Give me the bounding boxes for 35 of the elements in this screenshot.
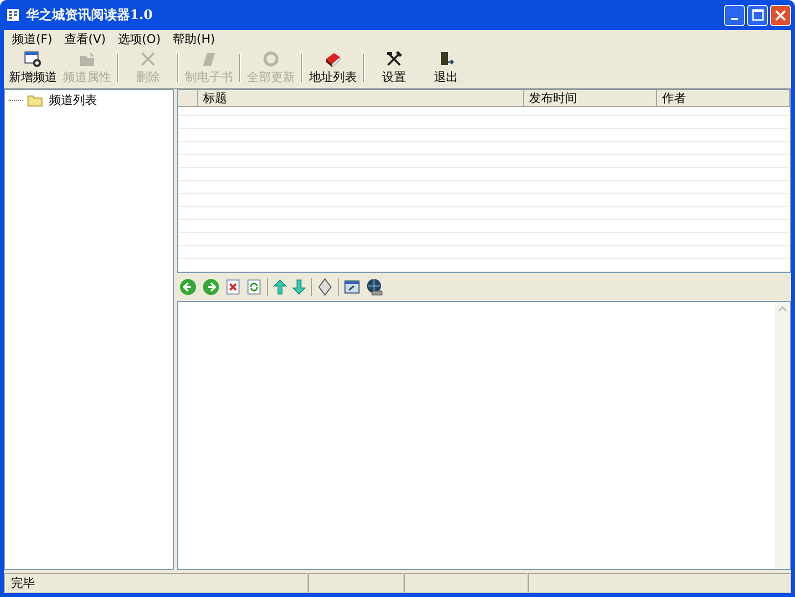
status-text: 完毕	[4, 573, 308, 593]
app-icon	[6, 8, 20, 22]
stop-icon[interactable]	[225, 279, 241, 295]
diamond-icon[interactable]	[317, 278, 333, 296]
tree-item[interactable]: 频道列表	[47, 92, 99, 109]
column-header[interactable]: 作者	[657, 90, 790, 107]
minimize-button[interactable]	[724, 4, 745, 26]
forward-icon[interactable]	[202, 278, 220, 296]
minimize-icon	[731, 18, 738, 20]
window-add-icon	[24, 50, 42, 68]
maximize-button[interactable]	[747, 4, 768, 26]
back-icon[interactable]	[179, 278, 197, 296]
menu-item[interactable]: 选项(O)	[112, 30, 167, 48]
menu-item[interactable]: 查看(V)	[58, 30, 112, 48]
column-header[interactable]: 发布时间	[524, 90, 657, 107]
close-icon	[775, 10, 786, 20]
window-title: 华之城资讯阅读器1.0	[26, 6, 153, 24]
menu-item[interactable]: 帮助(H)	[166, 30, 222, 48]
scrollbar[interactable]	[775, 302, 790, 569]
toolbar-button[interactable]: 退出	[420, 48, 472, 88]
column-header[interactable]: 标题	[198, 90, 524, 107]
up-arrow-icon[interactable]	[273, 279, 287, 295]
down-arrow-icon[interactable]	[292, 279, 306, 295]
globe-icon[interactable]	[365, 278, 383, 296]
toolbar-button[interactable]: 新增频道	[6, 48, 60, 88]
maximize-icon	[752, 9, 764, 21]
close-button[interactable]	[770, 4, 791, 26]
folder-icon	[27, 94, 43, 107]
tools-icon	[385, 50, 403, 68]
toolbar-button[interactable]: 设置	[368, 48, 420, 88]
window-icon[interactable]	[344, 279, 360, 295]
folder-icon	[78, 50, 96, 68]
toolbar-button[interactable]: 地址列表	[306, 48, 360, 88]
menu-item[interactable]: 频道(F)	[6, 30, 58, 48]
delete-icon	[139, 50, 157, 68]
